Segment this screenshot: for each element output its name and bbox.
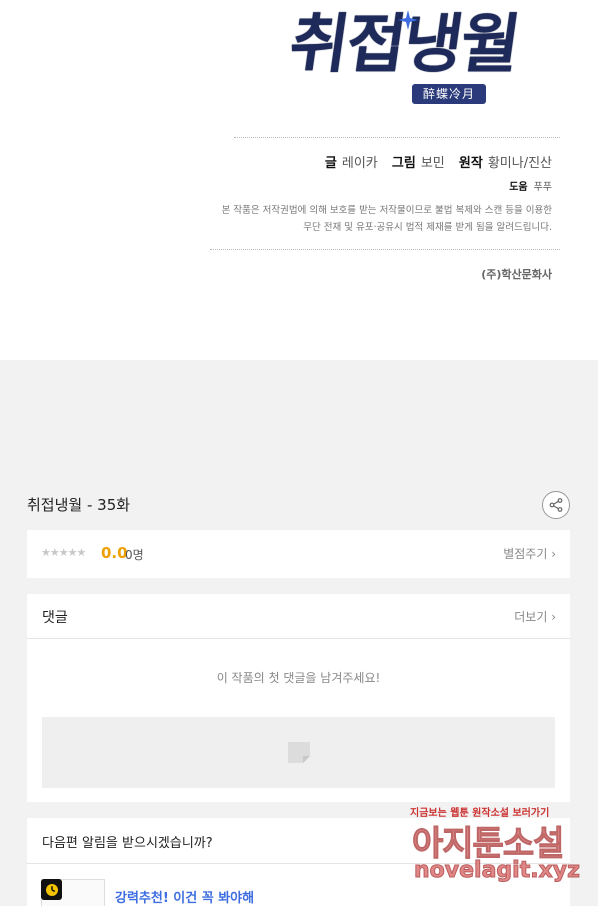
rating-card: ★★★★★ 0.0 0명 별점주기 › [27,530,570,578]
comments-header: 댓글 더보기 › [27,594,570,639]
clock-badge [41,879,62,900]
credit-line: 글 레이카 그림 보민 원작 황미나/진산 [325,152,552,171]
share-button[interactable] [542,491,570,519]
rate-button[interactable]: 별점주기 › [503,545,556,562]
clock-icon [45,883,58,896]
original-label: 원작 [458,156,483,171]
notify-question: 다음편 알림을 받으시겠습니까? [42,836,213,851]
logo-subtitle: 醉蝶冷月 [412,84,486,104]
divider [210,249,560,250]
divider [234,137,560,138]
star-rating-icon: ★★★★★ [41,546,86,559]
comment-input[interactable] [42,717,555,788]
comment-placeholder-icon [288,742,310,763]
comments-title: 댓글 [42,610,68,626]
assist-label: 도움 [509,182,528,193]
watermark-url: novelagit.xyz [414,858,581,884]
artist-label: 그림 [391,156,416,171]
share-icon [549,498,563,512]
comments-more-button[interactable]: 더보기 › [514,608,556,625]
notice-line: 본 작품은 저작권법에 의해 보호를 받는 저작물이므로 불법 복제와 스캔 등… [221,205,552,216]
rating-count: 0명 [125,548,144,562]
assist-line: 도움 푸푸 [509,178,552,193]
writer-label: 글 [324,156,337,171]
recommend-thumbnail[interactable] [41,879,105,906]
artist-name: 보민 [420,156,445,171]
comments-card: 댓글 더보기 › 이 작품의 첫 댓글을 남겨주세요! [27,594,570,802]
writer-name: 레이카 [341,156,378,171]
assist-name: 푸푸 [533,182,552,193]
sparkle-icon [398,10,418,30]
series-logo: 취접냉월 醉蝶冷月 [285,0,560,110]
recommend-link[interactable]: 강력추천! 이건 꼭 봐야해 [115,887,254,906]
comments-empty-message: 이 작품의 첫 댓글을 남겨주세요! [216,671,381,685]
credits-panel: 취접냉월 醉蝶冷月 글 레이카 그림 보민 원작 황미나/진산 도움 푸푸 본 작품은 … [0,0,598,360]
notice-line: 무단 전재 및 유포·공유시 법적 제재를 받게 됨을 알려드립니다. [303,222,552,233]
publisher: (주)학산문화사 [481,268,552,281]
original-author: 황미나/진산 [487,156,552,171]
episode-title: 취접냉월 - 35화 [27,496,131,514]
rating-score: 0.0 [101,544,128,562]
copyright-notice: 본 작품은 저작권법에 의해 보호를 받는 저작물이므로 불법 복제와 스캔 등… [212,202,552,236]
site-watermark: 지금보는 웹툰 원작소설 보러가기 아지툰소설 novelagit.xyz [410,804,595,888]
